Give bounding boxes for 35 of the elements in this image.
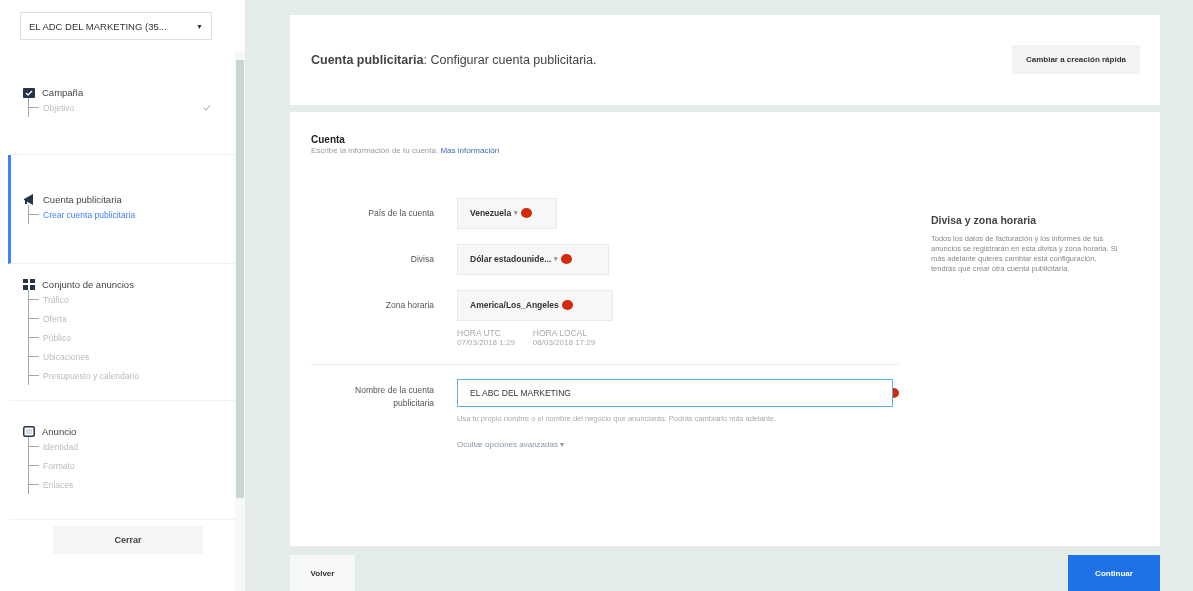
megaphone-icon (23, 194, 36, 205)
field-label: Zona horaria (384, 300, 435, 311)
section-description: Escribe la información de tu cuenta. Más información (311, 145, 501, 155)
advanced-options-link[interactable]: Ocultar opciones avanzadas ▾ (457, 439, 899, 449)
monitor-icon (23, 426, 35, 437)
annotation-dot (521, 208, 533, 219)
annotation-dot (561, 300, 573, 311)
time-label: HORA LOCAL (532, 327, 589, 338)
folder-icon (23, 87, 35, 98)
field-label: País de la cuenta (367, 208, 435, 219)
section-title[interactable]: Campaña (42, 87, 84, 98)
input-value: EL ABC DEL MARKETING (470, 387, 571, 398)
time-value: 06/03/2018 17:29 (532, 337, 596, 347)
section-title: Cuenta (311, 133, 346, 145)
timezone-field[interactable]: America/Los_Angeles (457, 289, 613, 321)
time-label: HORA UTC (457, 327, 502, 338)
more-info-link[interactable]: Más información (440, 145, 500, 155)
section-title[interactable]: Cuenta publicitaria (43, 194, 122, 205)
account-name-input[interactable]: EL ABC DEL MARKETING (457, 378, 893, 407)
step-item[interactable]: Crear cuenta publicitaria (43, 209, 136, 220)
continue-button[interactable]: Continuar (1068, 555, 1160, 591)
annotation-dot (561, 254, 573, 265)
back-button[interactable]: Volver (290, 555, 355, 591)
scrollbar-thumb[interactable] (236, 60, 244, 498)
grid-icon (23, 279, 35, 290)
account-name: EL ADC DEL MARKETING (35... (29, 20, 167, 32)
close-button[interactable]: Cerrar (53, 526, 203, 554)
quick-creation-button[interactable]: Cambiar a creación rápida (1011, 45, 1140, 75)
section-title[interactable]: Anuncio (42, 426, 77, 437)
info-title: Divisa y zona horaria (931, 213, 1038, 226)
field-label: Nombre de la cuenta publicitaria (354, 383, 435, 410)
section-title[interactable]: Conjunto de anuncios (42, 279, 134, 290)
page-title: Cuenta publicitaria: Configurar cuenta publicitaria. (311, 52, 597, 67)
field-label: Divisa (409, 254, 435, 265)
time-value: 07/03/2018 1:29 (457, 337, 515, 347)
